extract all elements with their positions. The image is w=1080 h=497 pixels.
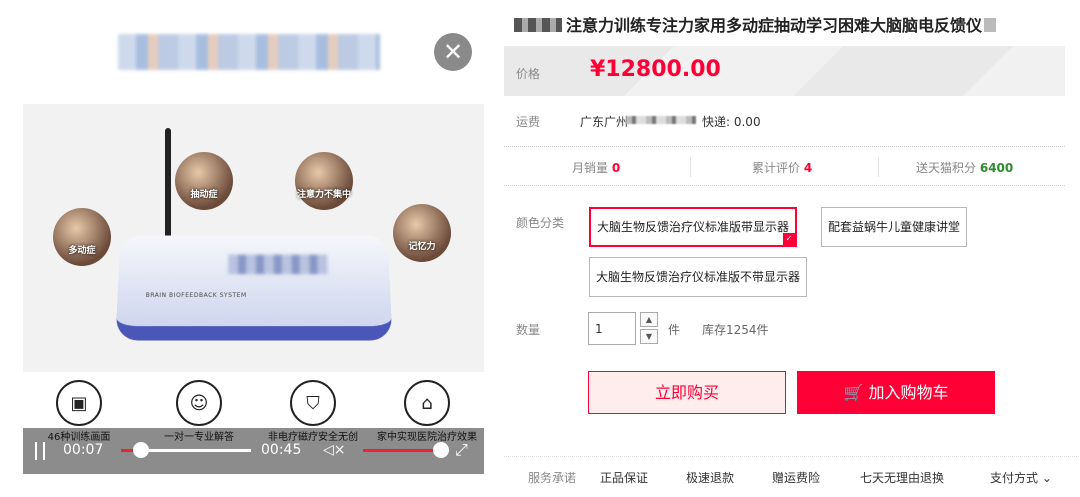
service-item[interactable]: 正品保证 xyxy=(600,469,648,486)
price-value: ¥12800.00 xyxy=(590,57,721,82)
device-label: BRAIN BIOFEEDBACK SYSTEM xyxy=(146,292,247,299)
cart-icon: 🛒 xyxy=(843,383,868,402)
tmall-points: 送天猫积分 6400 xyxy=(916,159,1013,176)
ship-from: 广东广州 xyxy=(580,113,628,130)
bubble-tic: 抽动症 xyxy=(175,152,233,210)
total-time: 00:45 xyxy=(261,442,301,458)
shipping-label: 运费 xyxy=(516,113,540,130)
people-icon: ☺ xyxy=(176,380,222,426)
increase-icon[interactable]: ▲ xyxy=(640,312,658,327)
service-label: 服务承诺 xyxy=(528,469,576,486)
device-antenna xyxy=(165,128,171,242)
close-button[interactable]: ✕ xyxy=(434,33,472,71)
pause-icon[interactable] xyxy=(35,442,45,460)
payment-method[interactable]: 支付方式 ⌄ xyxy=(990,469,1052,486)
blurred-suffix xyxy=(984,18,996,32)
progress-handle[interactable] xyxy=(133,442,149,458)
service-item[interactable]: 赠运费险 xyxy=(772,469,820,486)
buy-now-button[interactable]: 立即购买 xyxy=(588,371,786,414)
sales-stats: 月销量 0 累计评价 4 送天猫积分 6400 xyxy=(504,146,1065,186)
video-controls: 00:07 00:45 ◁× ⤢ xyxy=(23,428,484,474)
service-item[interactable]: 极速退款 xyxy=(686,469,734,486)
price-label: 价格 xyxy=(516,65,540,82)
option-kids-course[interactable]: 配套益蜗牛儿童健康讲堂 xyxy=(821,207,967,247)
blurred-district xyxy=(626,116,696,124)
option-with-display[interactable]: 大脑生物反馈治疗仪标准版带显示器 xyxy=(589,207,797,247)
blurred-device-logo xyxy=(228,255,328,274)
product-panel: 注意力训练专注力家用多动症抽动学习困难大脑脑电反馈仪 价格 ¥12800.00 … xyxy=(500,0,1080,497)
divider xyxy=(878,157,879,177)
stock-count: 库存1254件 xyxy=(702,321,769,338)
video-frame[interactable]: BRAIN BIOFEEDBACK SYSTEM 抽动症 注意力不集中 多动症 … xyxy=(23,104,484,372)
volume-handle[interactable] xyxy=(433,442,449,458)
bubble-memory: 记忆力 xyxy=(393,204,451,262)
service-promises: 服务承诺 正品保证 极速退款 赠运费险 七天无理由退换 支付方式 ⌄ xyxy=(504,456,1079,496)
fullscreen-icon[interactable]: ⤢ xyxy=(455,440,468,460)
home-icon: ⌂ xyxy=(404,380,450,426)
quantity-label: 数量 xyxy=(516,321,540,338)
blurred-video-title xyxy=(118,34,380,70)
chevron-down-icon: ⌄ xyxy=(1042,471,1052,485)
decrease-icon[interactable]: ▼ xyxy=(640,329,658,344)
quantity-unit: 件 xyxy=(668,321,680,338)
service-item[interactable]: 七天无理由退换 xyxy=(860,469,944,486)
product-title: 注意力训练专注力家用多动症抽动学习困难大脑脑电反馈仪 xyxy=(514,12,1074,36)
volume-icon[interactable]: ◁× xyxy=(323,442,346,458)
shield-icon: ⛉ xyxy=(290,380,336,426)
shipping-fee: 快递: 0.00 xyxy=(702,113,761,130)
blurred-brand xyxy=(514,18,562,32)
divider xyxy=(690,157,691,177)
device-image: BRAIN BIOFEEDBACK SYSTEM xyxy=(115,235,392,340)
color-label: 颜色分类 xyxy=(516,214,564,231)
video-panel: ✕ BRAIN BIOFEEDBACK SYSTEM 抽动症 注意力不集中 多动… xyxy=(0,0,500,497)
close-icon: ✕ xyxy=(443,38,463,66)
add-to-cart-button[interactable]: 🛒 加入购物车 xyxy=(797,371,995,414)
bubble-attention: 注意力不集中 xyxy=(295,152,353,210)
option-without-display[interactable]: 大脑生物反馈治疗仪标准版不带显示器 xyxy=(589,257,807,297)
price-band: 价格 ¥12800.00 xyxy=(504,46,1065,96)
current-time: 00:07 xyxy=(63,442,103,458)
quantity-input[interactable] xyxy=(588,312,636,345)
review-count[interactable]: 累计评价 4 xyxy=(752,159,812,176)
volume-slider[interactable] xyxy=(363,449,443,452)
monthly-sales: 月销量 0 xyxy=(572,159,620,176)
image-46-icon: ▣ xyxy=(56,380,102,426)
bubble-adhd: 多动症 xyxy=(53,208,111,266)
